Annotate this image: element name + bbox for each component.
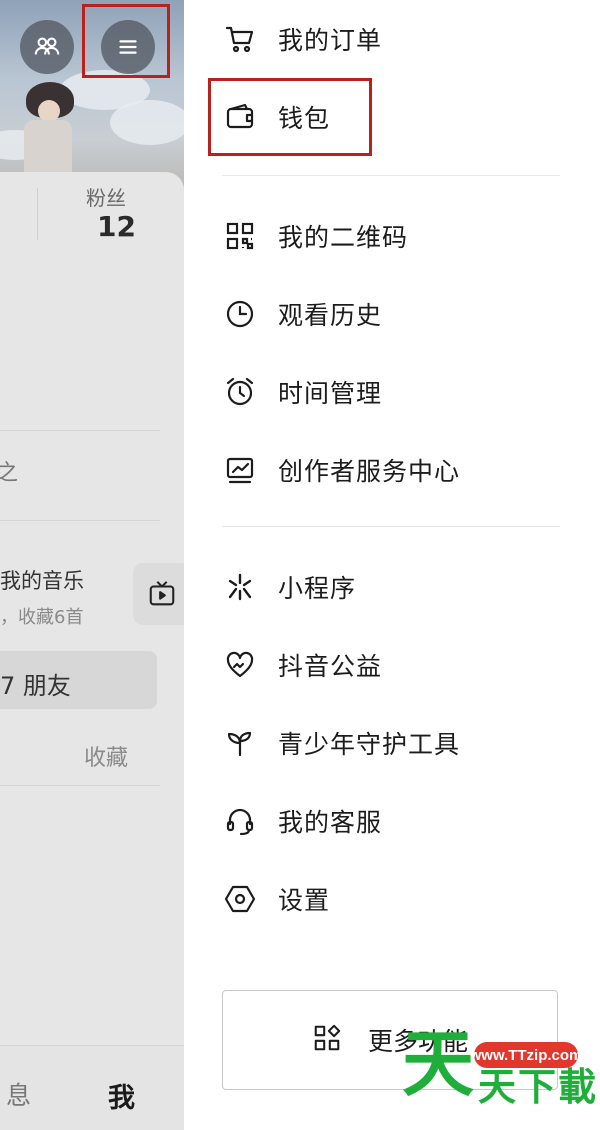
menu-item-watch-history[interactable]: 观看历史 — [222, 284, 382, 344]
menu-item-label: 我的客服 — [278, 808, 383, 837]
menu-item-label: 小程序 — [278, 574, 357, 603]
menu-item-label: 我的订单 — [278, 26, 383, 55]
tab-messages[interactable]: 息 — [6, 1076, 31, 1112]
menu-item-mini-programs[interactable]: 小程序 — [222, 557, 356, 617]
creator-chart-icon — [222, 452, 258, 488]
divider — [0, 430, 160, 431]
music-subtitle: ，收藏6首 — [0, 607, 84, 628]
mini-program-icon — [222, 569, 258, 605]
alarm-clock-icon — [222, 374, 258, 410]
menu-button-highlight — [82, 4, 170, 78]
partial-text: 之 — [0, 461, 19, 486]
menu-item-label: 抖音公益 — [278, 652, 383, 681]
sprout-icon — [222, 725, 258, 761]
cart-icon — [222, 21, 258, 57]
menu-item-creator-center[interactable]: 创作者服务中心 — [222, 440, 460, 500]
profile-panel: 粉丝 12 之 我的音乐 ，收藏6首 7 朋友 收藏 息 我 — [0, 0, 184, 1130]
tv-button[interactable] — [133, 563, 184, 625]
watermark-text: 天下載 — [478, 1065, 599, 1109]
menu-item-label: 设置 — [278, 886, 331, 915]
menu-item-label: 青少年守护工具 — [278, 730, 461, 759]
qr-code-icon — [222, 218, 258, 254]
menu-item-orders[interactable]: 我的订单 — [222, 9, 382, 69]
menu-item-qr-code[interactable]: 我的二维码 — [222, 206, 408, 266]
friends-button[interactable] — [20, 20, 74, 74]
section-divider — [222, 526, 560, 527]
divider — [0, 520, 160, 521]
fans-count[interactable]: 12 — [97, 210, 136, 243]
menu-item-label: 时间管理 — [278, 379, 383, 408]
tv-icon — [149, 581, 175, 606]
menu-item-settings[interactable]: 设置 — [222, 869, 330, 929]
section-divider — [222, 175, 560, 176]
fans-label[interactable]: 粉丝 — [86, 182, 126, 211]
clock-icon — [222, 296, 258, 332]
menu-item-label: 创作者服务中心 — [278, 457, 461, 486]
music-title[interactable]: 我的音乐 — [0, 565, 84, 595]
friends-icon — [34, 37, 60, 55]
menu-item-customer-service[interactable]: 我的客服 — [222, 791, 382, 851]
menu-item-label: 观看历史 — [278, 301, 383, 330]
charity-heart-icon — [222, 647, 258, 683]
divider — [0, 785, 160, 786]
menu-item-label: 我的二维码 — [278, 223, 409, 252]
grid-icon — [312, 1023, 342, 1057]
watermark-glyph: 天 — [402, 1022, 475, 1106]
friends-text: 7 朋友 — [0, 672, 71, 700]
menu-item-youth-protection[interactable]: 青少年守护工具 — [222, 713, 460, 773]
side-drawer: 我的订单 钱包 我的二维码 观看历史 时间管理 创作者服务中心 小程序 抖音公益… — [184, 0, 600, 1130]
menu-item-charity[interactable]: 抖音公益 — [222, 635, 382, 695]
stat-divider — [37, 188, 38, 240]
tab-me[interactable]: 我 — [108, 1076, 135, 1115]
collect-tab[interactable]: 收藏 — [84, 740, 128, 772]
settings-hexagon-icon — [222, 881, 258, 917]
menu-item-time-management[interactable]: 时间管理 — [222, 362, 382, 422]
wallet-highlight — [208, 78, 372, 156]
headset-icon — [222, 803, 258, 839]
